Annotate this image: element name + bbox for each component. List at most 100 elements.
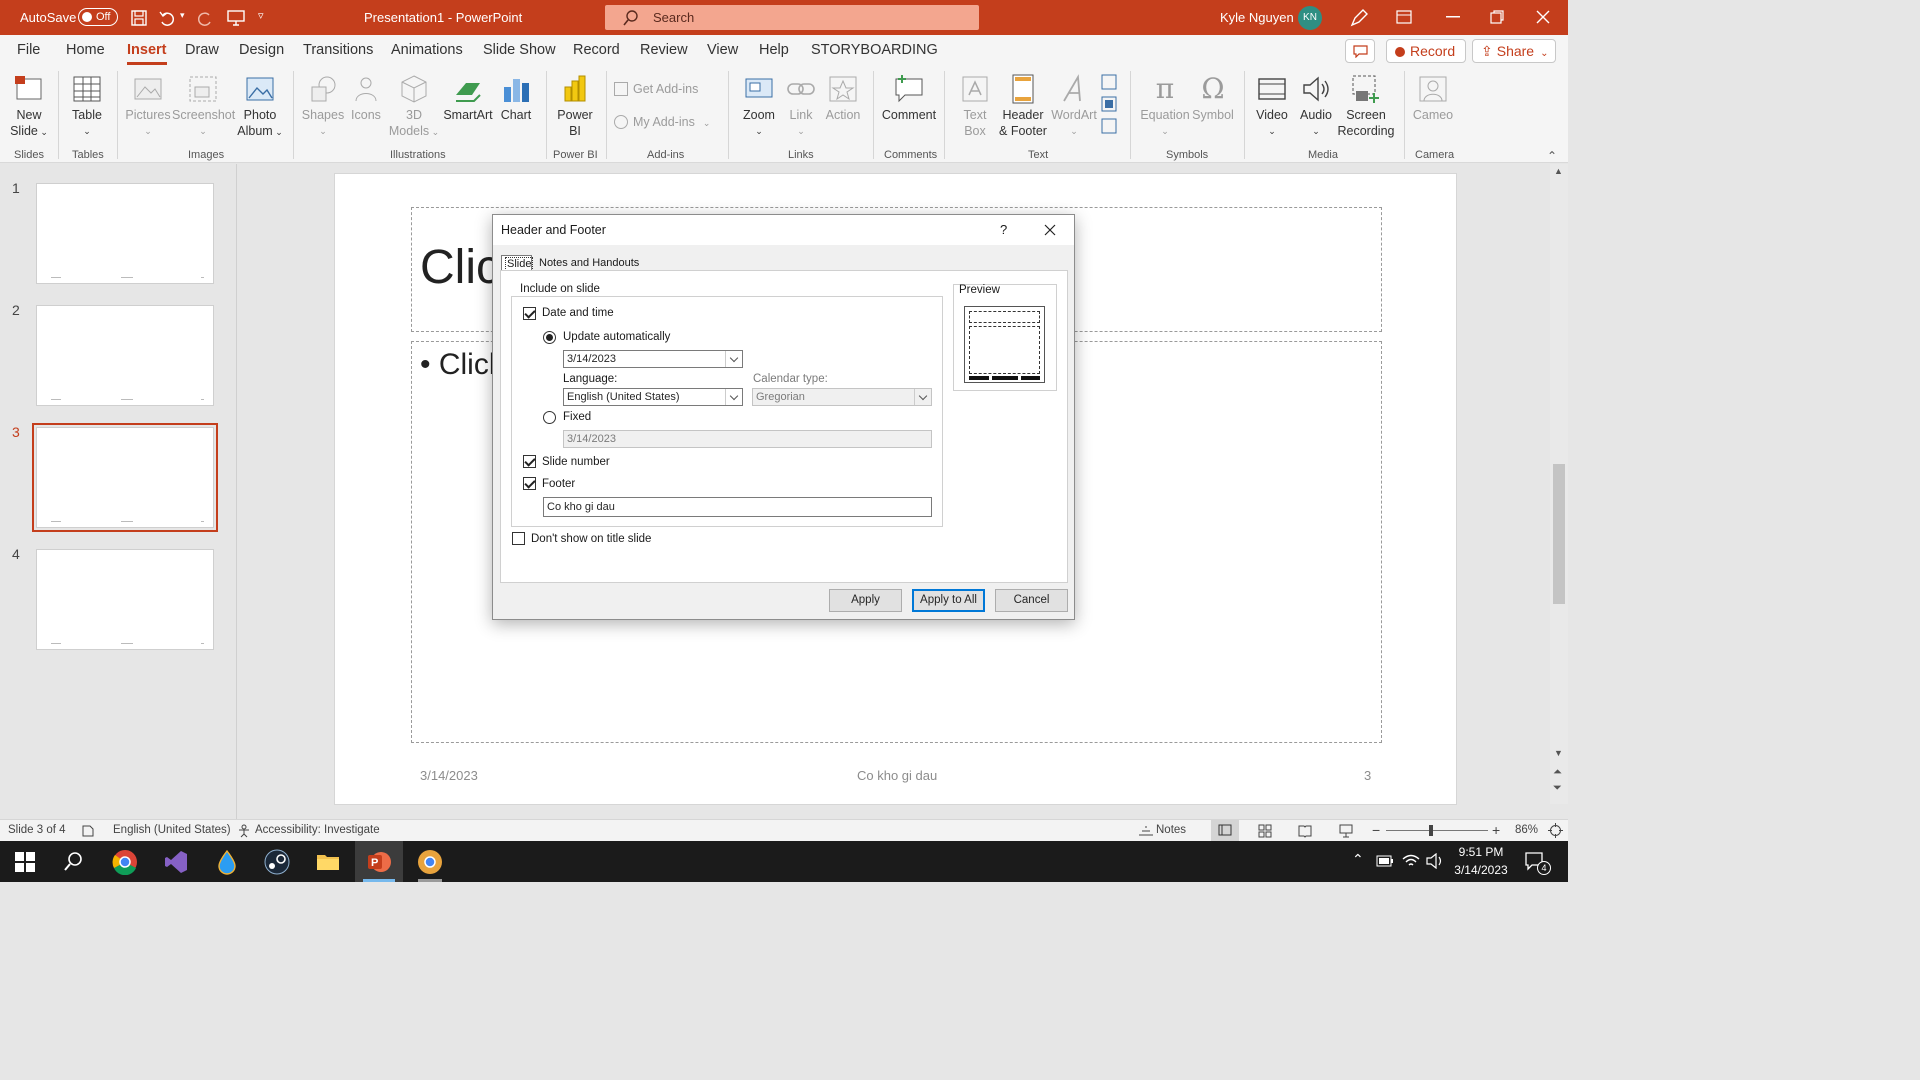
tab-notes-handouts[interactable]: Notes and Handouts [539, 257, 639, 269]
update-automatically-radio[interactable] [543, 331, 556, 344]
tab-review[interactable]: Review [640, 42, 688, 58]
restore-icon[interactable] [1490, 10, 1504, 24]
close-dialog-icon[interactable] [1044, 224, 1056, 236]
slide-thumbnail-3[interactable] [32, 423, 218, 532]
zoom-slider-thumb[interactable] [1429, 825, 1433, 836]
screenshot-button[interactable]: Screenshot ⌄ [172, 73, 235, 139]
accessibility-status[interactable]: Accessibility: Investigate [255, 824, 380, 836]
power-bi-button[interactable]: Power BI [552, 73, 598, 139]
volume-icon[interactable] [1426, 853, 1444, 869]
equation-button[interactable]: π Equation ⌄ [1136, 73, 1194, 139]
audio-button[interactable]: Audio ⌄ [1294, 73, 1338, 139]
tab-insert[interactable]: Insert [127, 42, 167, 65]
windows-start-icon[interactable] [12, 849, 38, 875]
slide-thumbnail-4[interactable] [36, 549, 214, 650]
photo-album-button[interactable]: Photo Album ⌄ [234, 73, 286, 140]
previous-slide-icon[interactable]: ⏶ [1553, 766, 1562, 779]
table-button[interactable]: Table ⌄ [64, 73, 110, 139]
zoom-out-icon[interactable]: − [1372, 822, 1380, 838]
scrollbar-thumb[interactable] [1553, 464, 1565, 604]
tab-animations[interactable]: Animations [391, 42, 463, 58]
video-button[interactable]: Video ⌄ [1250, 73, 1294, 139]
zoom-level[interactable]: 86% [1515, 824, 1538, 836]
wordart-button[interactable]: WordArt ⌄ [1050, 73, 1098, 139]
footer-checkbox[interactable] [523, 477, 536, 490]
new-slide-button[interactable]: New Slide ⌄ [6, 73, 52, 140]
tab-slide-show[interactable]: Slide Show [483, 42, 556, 58]
customize-qat-icon[interactable]: ▿ [258, 9, 264, 22]
chrome-canary-taskbar-button[interactable] [406, 841, 454, 882]
present-icon[interactable] [227, 9, 245, 27]
language-status[interactable]: English (United States) [113, 824, 231, 836]
dont-show-title-checkbox[interactable] [512, 532, 525, 545]
link-button[interactable]: Link ⌄ [782, 73, 820, 139]
chrome-icon[interactable] [112, 849, 138, 875]
tab-draw[interactable]: Draw [185, 42, 219, 58]
ribbon-display-icon[interactable] [1396, 10, 1412, 24]
symbol-button[interactable]: Ω Symbol [1190, 73, 1236, 123]
search-box[interactable]: Search [605, 5, 979, 30]
zoom-button[interactable]: Zoom ⌄ [736, 73, 782, 139]
apply-to-all-button[interactable]: Apply to All [912, 589, 985, 612]
apply-button[interactable]: Apply [829, 589, 902, 612]
tab-home[interactable]: Home [66, 42, 105, 58]
close-window-icon[interactable] [1536, 10, 1550, 24]
scroll-up-icon[interactable]: ▲ [1554, 166, 1563, 176]
text-small-icons[interactable] [1100, 73, 1120, 137]
zoom-in-icon[interactable]: + [1492, 822, 1500, 838]
my-addins-button[interactable]: My Add-ins ⌄ [614, 114, 724, 131]
fixed-radio[interactable] [543, 411, 556, 424]
date-format-select[interactable]: 3/14/2023 [563, 350, 743, 368]
show-hidden-icons[interactable]: ⌃ [1352, 851, 1364, 868]
zoom-slider[interactable] [1386, 830, 1488, 831]
3d-models-button[interactable]: 3D Models ⌄ [388, 73, 440, 140]
slide-number-checkbox[interactable] [523, 455, 536, 468]
tab-record[interactable]: Record [573, 42, 620, 58]
header-footer-button[interactable]: Header & Footer [996, 73, 1050, 139]
slide-sorter-icon[interactable] [1258, 824, 1272, 838]
comment-button[interactable]: Comment [880, 73, 938, 123]
spelling-icon[interactable] [81, 824, 95, 838]
pictures-button[interactable]: Pictures ⌄ [124, 73, 172, 139]
autosave-toggle[interactable]: Off [78, 8, 118, 26]
cancel-button[interactable]: Cancel [995, 589, 1068, 612]
smartart-button[interactable]: SmartArt [440, 73, 496, 123]
language-select[interactable]: English (United States) [563, 388, 743, 406]
steam-icon[interactable] [264, 849, 290, 875]
vertical-scrollbar[interactable]: ▲ ▼ ⏶ ⏷ [1550, 164, 1568, 804]
date-time-checkbox[interactable] [523, 307, 536, 320]
normal-view-button[interactable] [1211, 820, 1239, 841]
footer-input[interactable]: Co kho gi dau [543, 497, 932, 517]
redo-icon[interactable] [196, 9, 214, 27]
drop-app-icon[interactable] [214, 849, 240, 875]
slide-thumbnail-1[interactable] [36, 183, 214, 284]
share-button[interactable]: ⇪ Share ⌄ [1472, 39, 1556, 63]
record-button[interactable]: Record [1386, 39, 1466, 63]
reading-view-icon[interactable] [1298, 824, 1312, 838]
undo-icon[interactable] [158, 9, 176, 27]
get-addins-button[interactable]: Get Add-ins [614, 81, 724, 97]
notes-button[interactable]: Notes [1156, 824, 1186, 836]
tab-view[interactable]: View [707, 42, 738, 58]
powerpoint-taskbar-button[interactable]: P [355, 841, 403, 882]
battery-icon[interactable] [1376, 855, 1394, 867]
text-box-button[interactable]: Text Box [952, 73, 998, 139]
undo-dropdown-icon[interactable]: ▾ [180, 10, 185, 21]
pen-icon[interactable] [1349, 8, 1369, 28]
tab-storyboarding[interactable]: STORYBOARDING [811, 42, 938, 58]
icons-button[interactable]: Icons [346, 73, 386, 123]
tab-slide[interactable]: Slide [501, 255, 534, 271]
tab-help[interactable]: Help [759, 42, 789, 58]
shapes-button[interactable]: Shapes ⌄ [300, 73, 346, 139]
help-icon[interactable]: ? [1000, 222, 1007, 237]
avatar[interactable]: KN [1298, 6, 1322, 30]
wifi-icon[interactable] [1402, 853, 1420, 869]
screen-recording-button[interactable]: Screen Recording [1336, 73, 1396, 139]
minimize-icon[interactable] [1446, 16, 1460, 18]
taskbar-date[interactable]: 3/14/2023 [1450, 863, 1512, 877]
fit-to-window-icon[interactable] [1548, 823, 1563, 838]
cameo-button[interactable]: Cameo [1410, 73, 1456, 123]
comments-button[interactable] [1345, 39, 1375, 63]
scroll-down-icon[interactable]: ▼ [1554, 748, 1563, 758]
collapse-ribbon-icon[interactable]: ⌃ [1547, 149, 1557, 163]
